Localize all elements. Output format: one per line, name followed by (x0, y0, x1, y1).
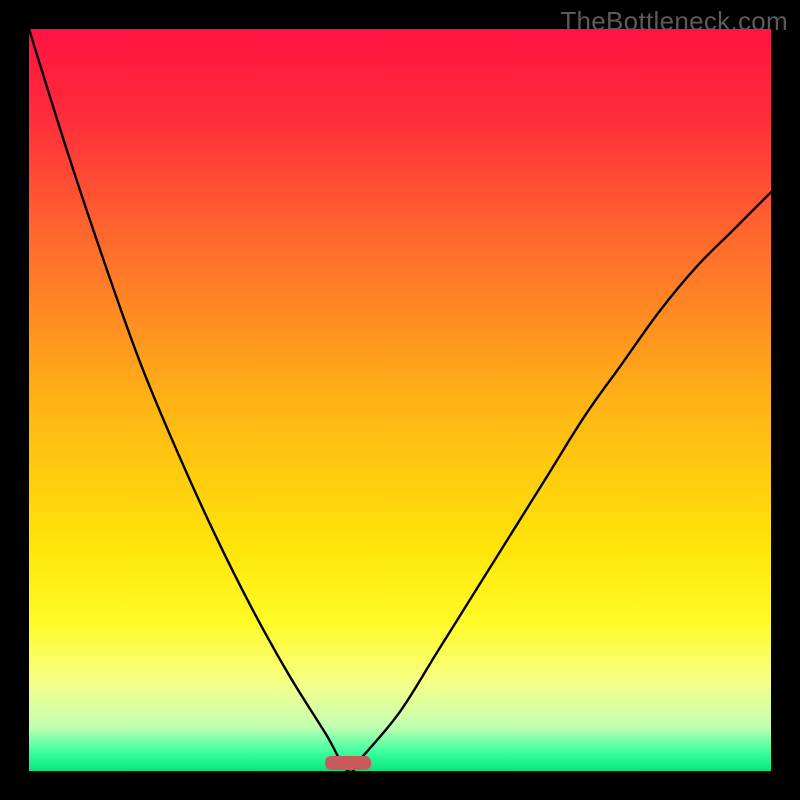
outer-frame: TheBottleneck.com (0, 0, 800, 800)
chart-plot-area (29, 29, 771, 771)
chart-svg (29, 29, 771, 771)
optimal-marker (325, 756, 371, 770)
chart-background (29, 29, 771, 771)
